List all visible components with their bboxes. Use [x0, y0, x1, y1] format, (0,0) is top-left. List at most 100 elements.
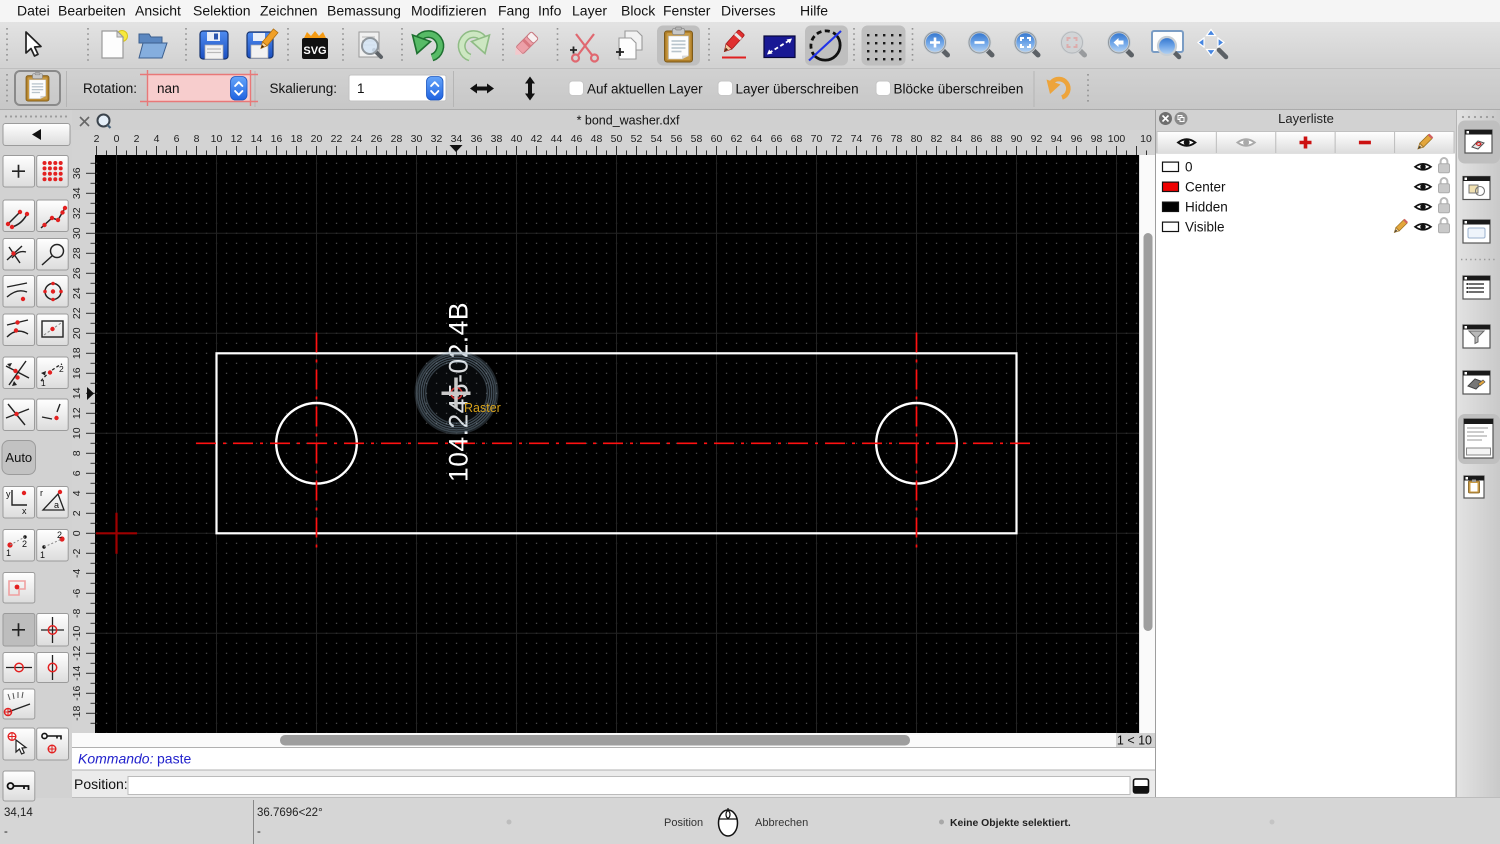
svg-text:96: 96	[1071, 133, 1083, 145]
svg-text:Ansicht: Ansicht	[135, 3, 181, 19]
svg-text:Info: Info	[538, 3, 562, 19]
svg-text:6: 6	[71, 470, 83, 476]
svg-text:0: 0	[114, 133, 120, 145]
svg-text:Position: Position	[664, 817, 703, 829]
svg-text:32: 32	[431, 133, 443, 145]
svg-text:1: 1	[40, 550, 45, 560]
svg-text:2: 2	[57, 530, 62, 540]
svg-text:42: 42	[531, 133, 543, 145]
svg-text:36: 36	[471, 133, 483, 145]
svg-text:4: 4	[154, 133, 160, 145]
svg-text:Raster: Raster	[464, 401, 501, 415]
svg-text:34: 34	[451, 133, 463, 145]
svg-text:70: 70	[811, 133, 823, 145]
svg-text:-10: -10	[71, 626, 83, 641]
svg-text:66: 66	[771, 133, 783, 145]
svg-text:38: 38	[491, 133, 503, 145]
svg-text:-18: -18	[71, 706, 83, 721]
svg-text:Position:: Position:	[74, 776, 128, 792]
svg-text:Keine Objekte selektiert.: Keine Objekte selektiert.	[950, 818, 1071, 829]
svg-text:0: 0	[71, 530, 83, 536]
svg-text:-6: -6	[71, 588, 83, 597]
svg-text:2: 2	[59, 364, 64, 374]
svg-text:8: 8	[194, 133, 200, 145]
svg-text:1 < 10: 1 < 10	[1117, 734, 1152, 748]
svg-text:paste: paste	[157, 751, 191, 767]
svg-text:Bearbeiten: Bearbeiten	[58, 3, 126, 19]
svg-text:32: 32	[71, 207, 83, 219]
svg-text:30: 30	[411, 133, 423, 145]
svg-text:Datei: Datei	[17, 3, 50, 19]
svg-text:88: 88	[991, 133, 1003, 145]
svg-text:* bond_washer.dxf: * bond_washer.dxf	[577, 114, 680, 128]
svg-text:44: 44	[551, 133, 563, 145]
svg-text:Auf aktuellen Layer: Auf aktuellen Layer	[587, 82, 703, 97]
svg-text:a: a	[54, 500, 59, 510]
svg-text:-: -	[4, 826, 8, 838]
svg-text:Selektion: Selektion	[193, 3, 251, 19]
svg-text:Skalierung:: Skalierung:	[270, 81, 338, 96]
svg-text:20: 20	[311, 133, 323, 145]
svg-text:36: 36	[71, 167, 83, 179]
svg-text:14: 14	[251, 133, 263, 145]
svg-text:Modifizieren: Modifizieren	[411, 3, 486, 19]
svg-text:nan: nan	[157, 81, 180, 96]
svg-text:Diverses: Diverses	[721, 3, 775, 19]
svg-text:64: 64	[751, 133, 763, 145]
svg-text:6: 6	[174, 133, 180, 145]
svg-text:90: 90	[1011, 133, 1023, 145]
svg-text:40: 40	[511, 133, 523, 145]
svg-text:22: 22	[331, 133, 343, 145]
svg-text:1: 1	[6, 548, 11, 558]
svg-text:20: 20	[71, 327, 83, 339]
svg-text:68: 68	[791, 133, 803, 145]
svg-text:Layer überschreiben: Layer überschreiben	[736, 82, 859, 97]
svg-text:18: 18	[291, 133, 303, 145]
svg-text:98: 98	[1091, 133, 1103, 145]
svg-text:48: 48	[591, 133, 603, 145]
svg-text:46: 46	[571, 133, 583, 145]
svg-text:x: x	[22, 506, 27, 516]
svg-text:12: 12	[71, 407, 83, 419]
svg-text:Block: Block	[621, 3, 656, 19]
svg-text:78: 78	[891, 133, 903, 145]
svg-text:24: 24	[71, 287, 83, 299]
svg-text:10: 10	[71, 427, 83, 439]
svg-text:26: 26	[371, 133, 383, 145]
svg-text:34,14: 34,14	[4, 807, 33, 819]
svg-text:Hilfe: Hilfe	[800, 3, 828, 19]
svg-text:84: 84	[951, 133, 963, 145]
svg-text:2: 2	[71, 510, 83, 516]
svg-text:36.7696<22°: 36.7696<22°	[257, 807, 323, 819]
svg-text:Hidden: Hidden	[1185, 200, 1228, 215]
svg-text:-8: -8	[71, 608, 83, 617]
svg-text:Zeichnen: Zeichnen	[260, 3, 318, 19]
svg-text:76: 76	[871, 133, 883, 145]
svg-text:r: r	[40, 488, 43, 498]
svg-text:60: 60	[711, 133, 723, 145]
svg-text:18: 18	[71, 347, 83, 359]
svg-text:10: 10	[211, 133, 223, 145]
svg-text:82: 82	[931, 133, 943, 145]
svg-text:26: 26	[71, 267, 83, 279]
svg-text:12: 12	[231, 133, 243, 145]
svg-text:Auto: Auto	[5, 450, 32, 465]
svg-text:Layerliste: Layerliste	[1278, 111, 1334, 126]
svg-text:4: 4	[71, 490, 83, 496]
svg-text:-: -	[257, 826, 261, 838]
svg-text:-14: -14	[71, 666, 83, 681]
svg-text:-16: -16	[71, 686, 83, 701]
svg-text:10: 10	[1140, 133, 1152, 145]
svg-text:56: 56	[671, 133, 683, 145]
svg-text:52: 52	[631, 133, 643, 145]
svg-text:28: 28	[71, 247, 83, 259]
svg-text:94: 94	[1051, 133, 1063, 145]
svg-text:2: 2	[134, 133, 140, 145]
svg-text:Rotation:: Rotation:	[83, 81, 137, 96]
svg-text:74: 74	[851, 133, 863, 145]
svg-text:80: 80	[911, 133, 923, 145]
svg-text:Visible: Visible	[1185, 220, 1225, 235]
svg-text:86: 86	[971, 133, 983, 145]
svg-text:0: 0	[1185, 160, 1193, 175]
svg-text:2: 2	[22, 539, 27, 549]
